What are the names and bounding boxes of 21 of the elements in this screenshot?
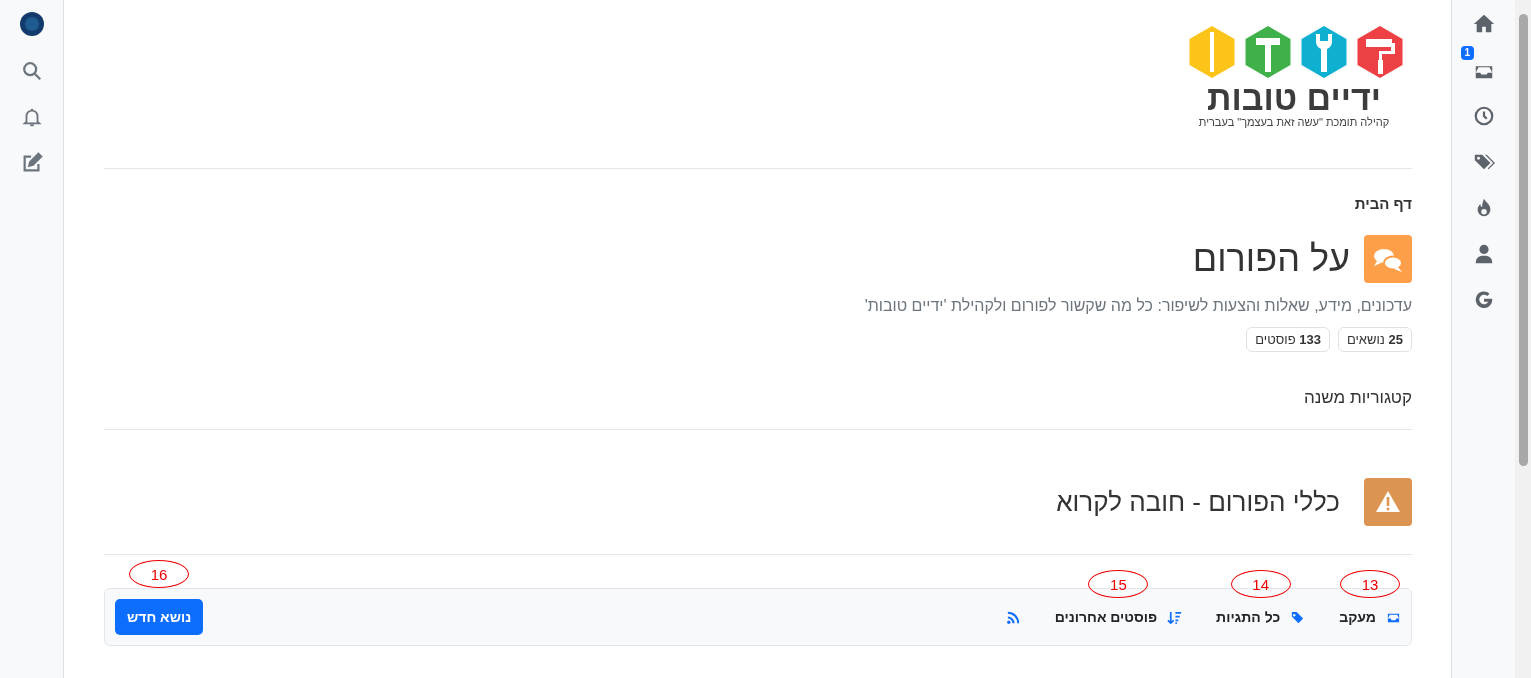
notification-badge: 1: [1460, 46, 1475, 60]
recent-link[interactable]: פוסטים אחרונים: [1054, 609, 1183, 625]
home-icon[interactable]: [1472, 13, 1495, 35]
tags-link[interactable]: כל התגיות: [1216, 609, 1306, 625]
sort-icon: [1167, 609, 1183, 625]
scrollbar[interactable]: [1515, 0, 1531, 678]
breadcrumb-link[interactable]: דף הבית: [1354, 195, 1412, 212]
logo-tagline: קהילה תומכת "עשה זאת בעצמך" בעברית: [1198, 116, 1390, 129]
rss-icon[interactable]: [1005, 609, 1021, 625]
watch-link[interactable]: מעקב: [1339, 609, 1401, 625]
new-topic-button[interactable]: נושא חדש: [115, 599, 204, 635]
bell-icon[interactable]: [20, 106, 43, 128]
clock-icon[interactable]: [1472, 105, 1495, 127]
subcategories-heading: קטגוריות משנה: [1302, 388, 1412, 408]
category-title: על הפורום: [1192, 238, 1350, 280]
logo-title: ידיים טובות: [1207, 80, 1381, 116]
category-description: עדכונים, מידע, שאלות והצעות לשיפור: כל מה שקשור לפורום ולקהילת 'ידיים טובות': [863, 297, 1412, 315]
tag-icon: [1290, 609, 1306, 625]
search-icon[interactable]: [20, 60, 43, 82]
subcategory-link[interactable]: כללי הפורום - חובה לקרוא: [1056, 486, 1340, 518]
avatar-icon[interactable]: [19, 12, 44, 36]
